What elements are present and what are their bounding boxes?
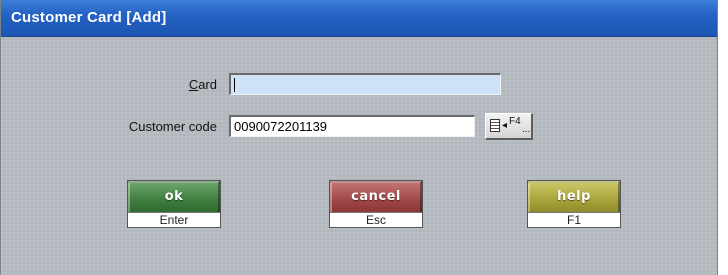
customer-code-label: Customer code — [128, 119, 217, 134]
card-label-rest: ard — [198, 77, 217, 92]
help-button-shortcut: F1 — [528, 212, 620, 227]
cancel-button-shortcut: Esc — [330, 212, 422, 227]
help-button[interactable]: help F1 — [527, 180, 621, 228]
customer-lookup-button[interactable]: ◂ F4 ... — [485, 113, 533, 140]
customer-card-window: Customer Card [Add] Card Customer code 0… — [0, 0, 718, 275]
cancel-button-label: cancel — [330, 181, 422, 212]
lookup-ellipsis: ... — [522, 124, 531, 135]
help-button-label: help — [528, 181, 620, 212]
text-caret — [234, 78, 235, 93]
card-label-mnemonic: C — [188, 77, 199, 92]
ok-button[interactable]: ok Enter — [127, 180, 221, 228]
customer-code-input[interactable]: 0090072201139 — [229, 115, 475, 137]
window-title: Customer Card [Add] — [11, 9, 167, 26]
title-bar[interactable]: Customer Card [Add] — [1, 0, 717, 37]
arrow-left-icon: ◂ — [502, 120, 508, 131]
customer-code-value: 0090072201139 — [234, 119, 328, 134]
document-list-icon — [490, 119, 500, 132]
card-label: Card — [151, 77, 217, 92]
lookup-shortcut-key: F4 — [509, 116, 521, 127]
card-input[interactable] — [229, 73, 501, 95]
ok-button-label: ok — [128, 181, 220, 212]
ok-button-shortcut: Enter — [128, 212, 220, 227]
cancel-button[interactable]: cancel Esc — [329, 180, 423, 228]
